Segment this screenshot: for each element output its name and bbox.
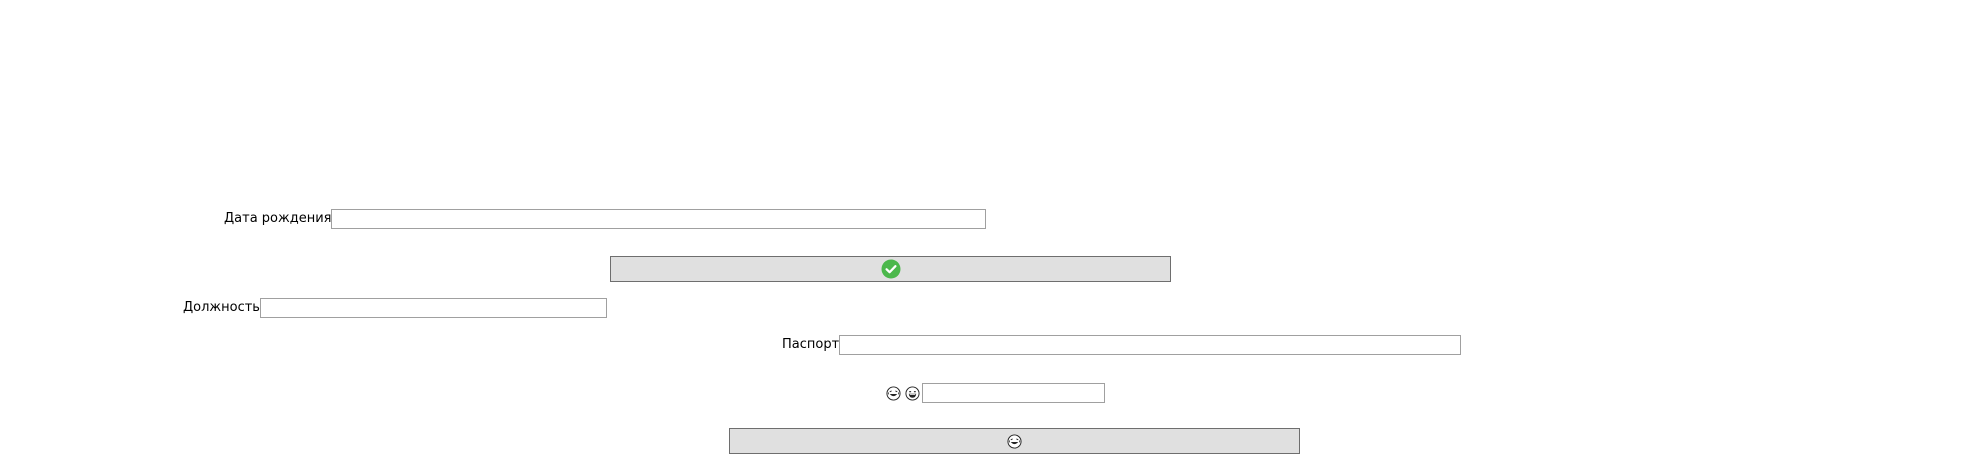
birth-date-label: Дата рождения	[224, 211, 332, 226]
grinning-face-icon	[905, 385, 920, 401]
position-field[interactable]	[259, 298, 607, 318]
check-circle-icon	[881, 259, 901, 279]
position-label: Должность	[183, 300, 260, 315]
emoji-field[interactable]	[922, 383, 1105, 403]
laughing-face-icon	[886, 385, 901, 401]
passport-field[interactable]	[839, 335, 1462, 355]
position-row: Должность	[183, 298, 607, 318]
birth-date-row: Дата рождения	[224, 209, 987, 229]
birth-date-field[interactable]	[331, 209, 987, 229]
emoji-button[interactable]	[729, 428, 1300, 454]
emoji-row	[886, 383, 1105, 403]
laughing-face-icon	[1007, 433, 1022, 449]
passport-label: Паспорт	[782, 337, 840, 352]
confirm-button[interactable]	[610, 256, 1171, 282]
passport-row: Паспорт	[782, 335, 1462, 355]
